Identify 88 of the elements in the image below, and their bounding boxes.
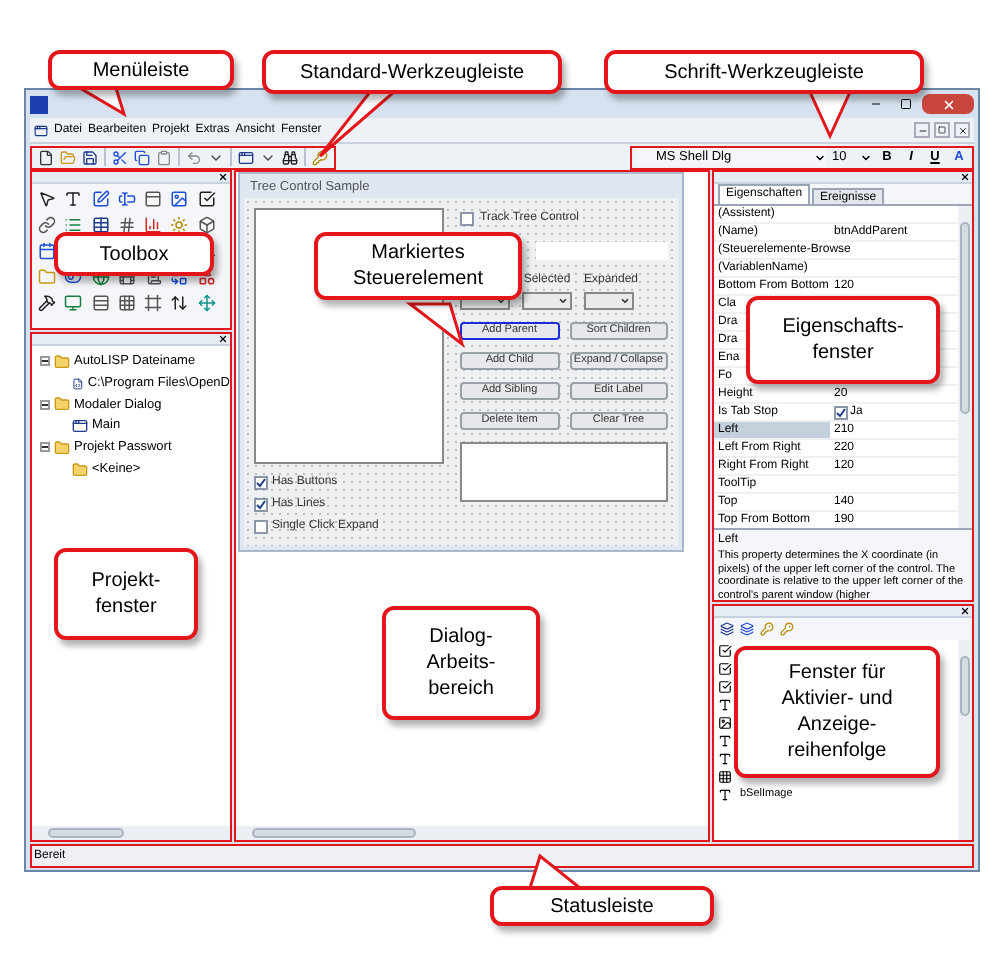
close-icon[interactable] — [218, 172, 228, 182]
table-icon[interactable] — [91, 216, 110, 234]
checkbox[interactable] — [254, 476, 268, 490]
minimize-button[interactable] — [914, 122, 930, 138]
undo-icon[interactable] — [186, 149, 202, 165]
folder-icon — [54, 439, 70, 456]
rows-icon[interactable] — [91, 294, 110, 312]
text-icon — [718, 698, 732, 712]
new-file-icon[interactable] — [38, 149, 54, 165]
text-tool-icon[interactable] — [64, 190, 83, 208]
folder-icon — [72, 461, 88, 478]
checkbox[interactable] — [254, 520, 268, 534]
caret-icon — [814, 151, 826, 163]
checkbox[interactable] — [834, 405, 848, 419]
paste-icon[interactable] — [156, 149, 172, 165]
grid-icon — [718, 770, 732, 784]
chart-icon[interactable] — [144, 216, 163, 234]
collapse-toggle[interactable] — [40, 356, 50, 367]
layers-icon[interactable] — [720, 622, 734, 636]
annotation-tooltip: Projekt- fenster — [54, 548, 198, 640]
list-box[interactable] — [460, 442, 668, 502]
key-icon[interactable] — [780, 622, 794, 636]
save-icon[interactable] — [82, 149, 98, 165]
box-icon[interactable] — [197, 216, 216, 234]
sun-icon[interactable] — [170, 216, 189, 234]
close-icon — [941, 97, 955, 111]
binoculars-icon[interactable] — [282, 149, 298, 165]
collapse-toggle[interactable] — [40, 442, 50, 453]
calendar-icon[interactable] — [38, 242, 56, 260]
image-icon[interactable] — [170, 190, 189, 208]
link-icon[interactable] — [38, 216, 56, 234]
pointer-icon[interactable] — [38, 190, 56, 208]
checkbox[interactable] — [254, 498, 268, 512]
layers-icon[interactable] — [740, 622, 754, 636]
up-down-arrow-icon[interactable] — [170, 294, 189, 312]
dropdown[interactable] — [522, 292, 572, 310]
text-field[interactable] — [536, 242, 668, 260]
minimize-icon — [870, 98, 882, 110]
monitor-icon[interactable] — [64, 294, 83, 312]
hash-icon[interactable] — [117, 216, 136, 234]
key-icon[interactable] — [760, 622, 774, 636]
close-icon[interactable] — [218, 334, 228, 344]
move-icon[interactable] — [197, 294, 216, 312]
checkbox-icon — [718, 662, 732, 676]
horizontal-scrollbar[interactable] — [236, 826, 708, 840]
caret-icon — [558, 296, 568, 306]
close-button[interactable] — [954, 122, 970, 138]
frame-icon[interactable] — [144, 294, 163, 312]
caret-icon — [620, 296, 630, 306]
maximize-icon — [900, 98, 912, 110]
annotation-tooltip: Eigenschafts- fenster — [746, 296, 940, 384]
minimize-icon — [917, 125, 927, 135]
help-key-icon[interactable] — [312, 149, 328, 165]
close-icon[interactable] — [960, 606, 970, 616]
edit-box-icon[interactable] — [91, 190, 110, 208]
cut-icon[interactable] — [112, 149, 128, 165]
copy-icon[interactable] — [134, 149, 150, 165]
checkbox-icon — [718, 680, 732, 694]
hammer-icon[interactable] — [38, 294, 56, 312]
list-icon[interactable] — [64, 216, 83, 234]
file-icon — [72, 375, 84, 392]
panel-icon[interactable] — [144, 190, 163, 208]
image-icon — [718, 716, 732, 730]
vertical-scrollbar[interactable] — [958, 640, 972, 840]
form-icon[interactable] — [238, 149, 254, 165]
document-icon — [34, 123, 48, 137]
horizontal-scrollbar[interactable] — [32, 826, 230, 840]
text-icon — [718, 788, 732, 802]
close-icon[interactable] — [960, 172, 970, 182]
checkbox-tool-icon[interactable] — [197, 190, 216, 208]
text-field-icon[interactable] — [117, 190, 136, 208]
folder-icon — [54, 353, 70, 370]
annotation-tooltip: Dialog- Arbeits- bereich — [382, 606, 540, 720]
grid-icon[interactable] — [117, 294, 136, 312]
caret-icon — [860, 151, 872, 163]
annotation-tooltip: Fenster für Aktivier- und Anzeige- reihenfolge — [734, 646, 940, 778]
vertical-scrollbar[interactable] — [958, 206, 972, 528]
text-icon — [718, 734, 732, 748]
checkbox-icon — [718, 644, 732, 658]
checkbox[interactable] — [460, 212, 474, 226]
dropdown[interactable] — [584, 292, 634, 310]
restore-icon — [938, 126, 946, 134]
text-icon — [718, 752, 732, 766]
form-icon — [72, 418, 88, 435]
collapse-toggle[interactable] — [40, 399, 50, 410]
app-icon — [30, 95, 48, 113]
annotation-tooltip: Toolbox — [54, 232, 214, 276]
folder-icon — [54, 396, 70, 413]
